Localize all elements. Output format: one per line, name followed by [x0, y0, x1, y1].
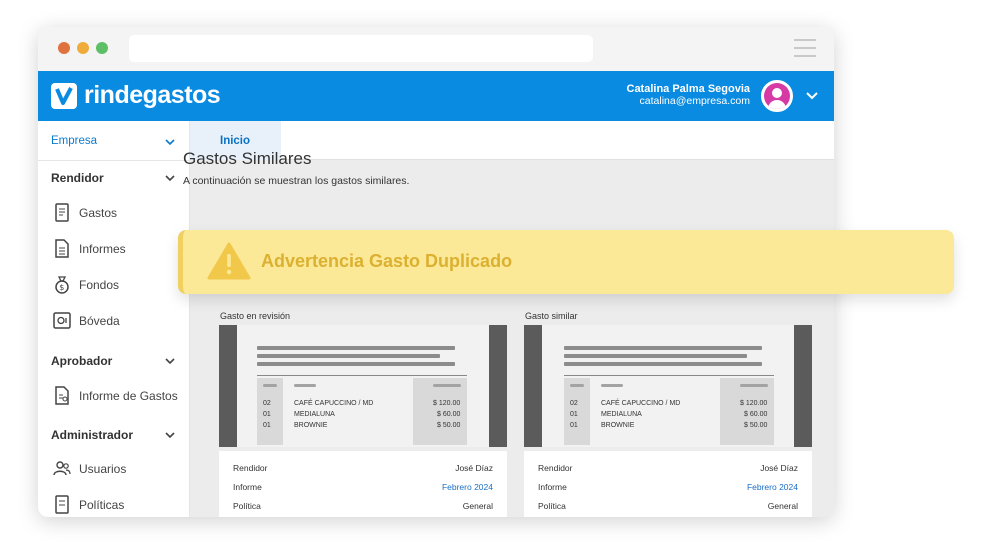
receipt-price: $ 60.00 [437, 411, 461, 418]
user-name: Catalina Palma Segovia [626, 83, 751, 95]
svg-text:$: $ [59, 283, 64, 292]
detail-label: Informe [233, 482, 262, 492]
receipt-qty: 02 [263, 400, 271, 407]
detail-row-rendidor: Rendidor José Díaz [233, 463, 493, 477]
sidebar-item-label: Informe de Gastos [79, 389, 178, 403]
money-bag-icon: $ [55, 276, 69, 294]
receipt-price: $ 120.00 [740, 400, 768, 407]
informe-link[interactable]: Febrero 2024 [747, 482, 798, 492]
address-bar[interactable] [129, 35, 593, 62]
chevron-down-icon[interactable] [805, 88, 819, 102]
page-subtitle: A continuación se muestran los gastos si… [183, 175, 410, 187]
safe-icon [53, 312, 71, 329]
tab-label: Inicio [220, 135, 251, 147]
sidebar-item-informe-de-gastos[interactable]: Informe de Gastos [51, 384, 186, 408]
sidebar-item-informes[interactable]: Informes [51, 237, 186, 261]
company-selector[interactable]: Empresa [38, 121, 190, 161]
expense-details-review: Rendidor José Díaz Informe Febrero 2024 … [219, 451, 507, 517]
receipt-desc: MEDIALUNA [601, 411, 642, 418]
browser-menu-icon[interactable] [794, 39, 816, 57]
informe-link[interactable]: Febrero 2024 [442, 482, 493, 492]
receipt-qty: 01 [570, 422, 578, 429]
app-header: rindegastos Catalina Palma Segovia catal… [38, 71, 834, 121]
sidebar-item-fondos[interactable]: $ Fondos [51, 273, 186, 297]
detail-row-politica: Política General [538, 501, 798, 515]
detail-label: Rendidor [538, 463, 573, 473]
avatar[interactable] [761, 80, 793, 112]
minimize-window-button[interactable] [77, 42, 89, 54]
receipt-image-similar[interactable]: 02 CAFÉ CAPUCCINO / MD $ 120.00 01 MEDIA… [524, 325, 812, 447]
detail-label: Rendidor [233, 463, 268, 473]
sidebar-item-label: Usuarios [79, 462, 127, 476]
left-column-label: Gasto en revisión [220, 311, 291, 321]
receipt-qty: 01 [263, 411, 271, 418]
report-icon [55, 386, 69, 405]
company-label: Empresa [51, 135, 98, 147]
chevron-down-icon[interactable] [164, 429, 176, 441]
browser-chrome [38, 27, 834, 71]
detail-label: Informe [538, 482, 567, 492]
sidebar-item-label: Informes [79, 242, 126, 256]
receipt-price: $ 50.00 [744, 422, 768, 429]
page-title: Gastos Similares [183, 149, 312, 168]
detail-value: General [462, 501, 493, 511]
receipt-desc: MEDIALUNA [294, 411, 335, 418]
logo-icon [51, 83, 77, 109]
receipt-qty: 02 [570, 400, 578, 407]
chevron-down-icon[interactable] [164, 172, 176, 184]
receipt-price: $ 120.00 [433, 400, 461, 407]
duplicate-warning-banner: Advertencia Gasto Duplicado [178, 230, 954, 294]
close-window-button[interactable] [58, 42, 70, 54]
sidebar-item-label: Bóveda [79, 314, 120, 328]
sidebar-item-label: Políticas [79, 498, 125, 512]
receipt-price: $ 50.00 [437, 422, 461, 429]
chevron-down-icon [165, 139, 175, 146]
sidebar: Empresa Rendidor Gastos Informes $ Fondo… [38, 121, 190, 517]
receipt-price: $ 60.00 [744, 411, 768, 418]
section-rendidor[interactable]: Rendidor [51, 171, 104, 185]
expense-details-similar: Rendidor José Díaz Informe Febrero 2024 … [524, 451, 812, 517]
detail-row-informe: Informe Febrero 2024 [233, 482, 493, 496]
receipt-image-review[interactable]: 02 CAFÉ CAPUCCINO / MD $ 120.00 01 MEDIA… [219, 325, 507, 447]
sidebar-item-politicas[interactable]: Políticas [51, 493, 186, 517]
sidebar-item-usuarios[interactable]: Usuarios [51, 457, 186, 481]
detail-label: Política [233, 501, 261, 511]
detail-value: José Díaz [455, 463, 493, 473]
receipt-qty: 01 [263, 422, 271, 429]
receipt-icon [55, 203, 69, 222]
brand-name: rindegastos [84, 81, 221, 109]
detail-value: José Díaz [760, 463, 798, 473]
detail-label: Política [538, 501, 566, 511]
receipt-desc: BROWNIE [601, 422, 635, 429]
receipt-desc: CAFÉ CAPUCCINO / MD [294, 400, 374, 407]
chevron-down-icon[interactable] [164, 355, 176, 367]
receipt-desc: BROWNIE [294, 422, 328, 429]
user-email: catalina@empresa.com [639, 95, 750, 107]
policy-icon [55, 495, 69, 514]
detail-row-rendidor: Rendidor José Díaz [538, 463, 798, 477]
sidebar-item-label: Fondos [79, 278, 120, 292]
document-icon [55, 239, 69, 258]
receipt-qty: 01 [570, 411, 578, 418]
warning-text: Advertencia Gasto Duplicado [261, 251, 513, 271]
sidebar-item-label: Gastos [79, 206, 118, 220]
receipt-desc: CAFÉ CAPUCCINO / MD [601, 400, 681, 407]
detail-row-informe: Informe Febrero 2024 [538, 482, 798, 496]
warning-icon [207, 242, 251, 280]
users-icon [53, 461, 71, 476]
detail-value: General [767, 501, 798, 511]
maximize-window-button[interactable] [96, 42, 108, 54]
section-administrador[interactable]: Administrador [51, 428, 133, 442]
sidebar-item-boveda[interactable]: Bóveda [51, 309, 186, 333]
sidebar-item-gastos[interactable]: Gastos [51, 201, 186, 225]
right-column-label: Gasto similar [525, 311, 578, 321]
detail-row-politica: Política General [233, 501, 493, 515]
section-aprobador[interactable]: Aprobador [51, 354, 112, 368]
